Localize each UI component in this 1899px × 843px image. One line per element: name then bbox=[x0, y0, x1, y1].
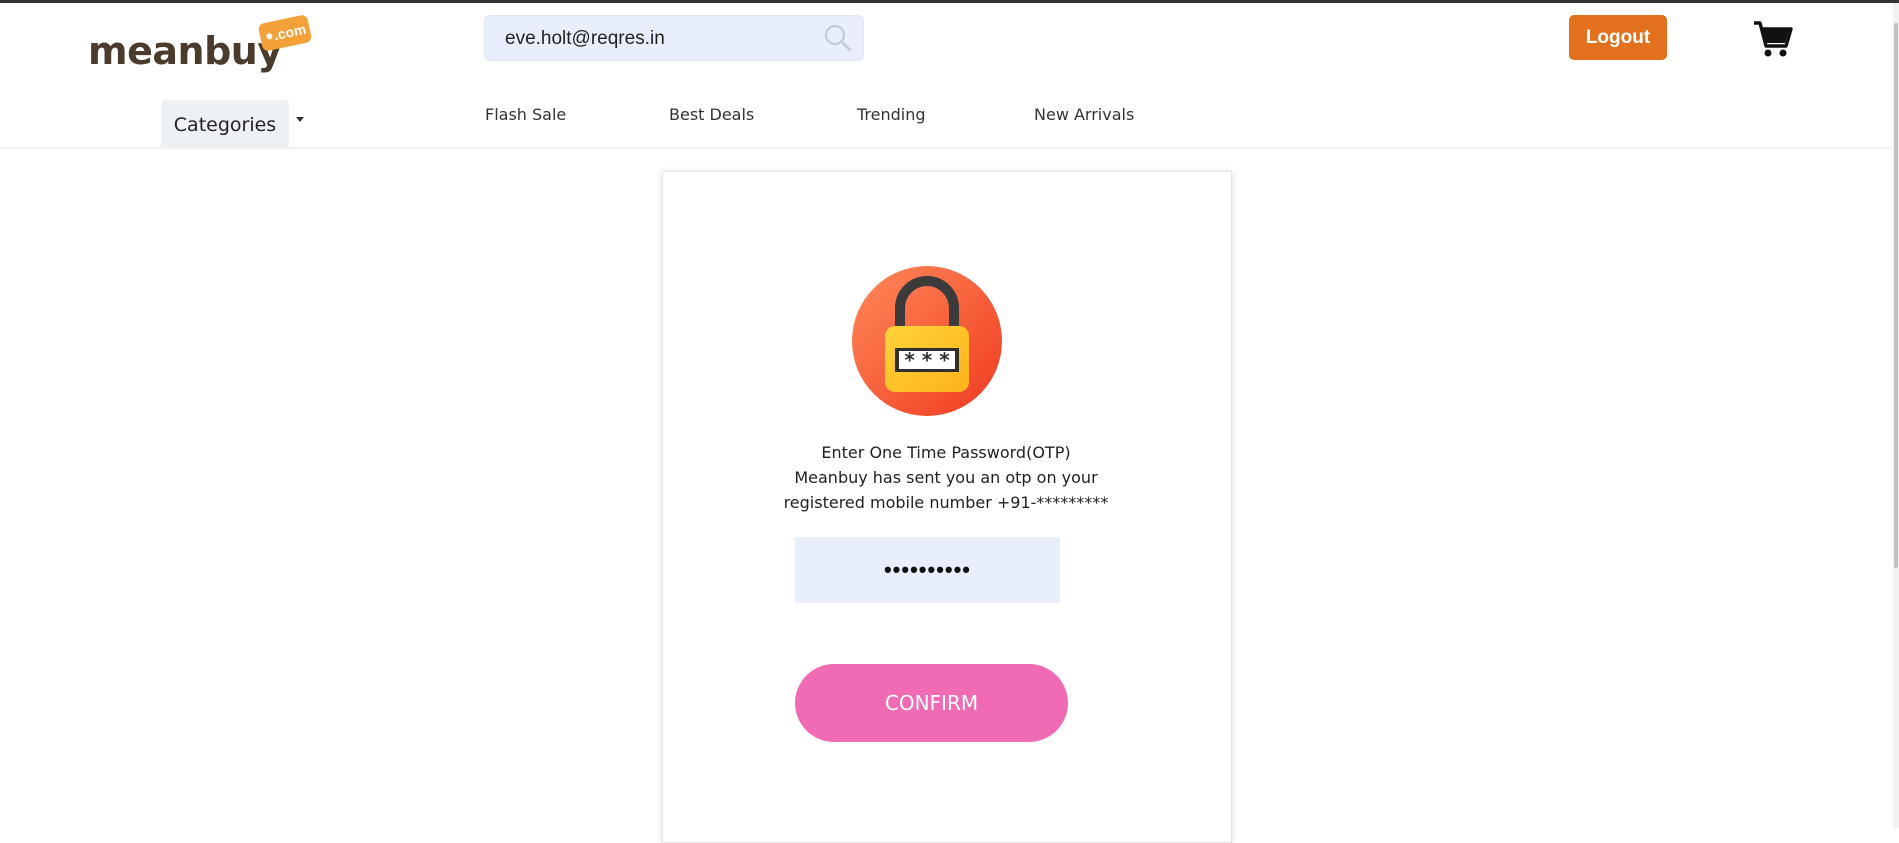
otp-title: Enter One Time Password(OTP) bbox=[821, 443, 1071, 462]
logout-button[interactable]: Logout bbox=[1569, 15, 1667, 60]
categories-button[interactable]: Categories bbox=[161, 100, 289, 147]
chevron-down-icon[interactable] bbox=[296, 117, 304, 122]
svg-text:* * *: * * * bbox=[904, 348, 950, 372]
search-input[interactable]: eve.holt@reqres.in bbox=[505, 28, 665, 50]
scrollbar-thumb[interactable] bbox=[1894, 23, 1898, 568]
otp-message-line2: registered mobile number +91-********* bbox=[783, 493, 1109, 512]
logo-text: meanbuy bbox=[88, 29, 282, 73]
meanbuy-logo[interactable]: meanbuy .com bbox=[88, 14, 318, 77]
site-header: meanbuy .com eve.holt@reqres.in Logout C… bbox=[0, 3, 1899, 148]
confirm-button[interactable]: CONFIRM bbox=[795, 664, 1068, 742]
search-icon[interactable] bbox=[823, 23, 853, 53]
otp-input[interactable]: •••••••••• bbox=[795, 537, 1060, 603]
padlock-password-icon: * * * bbox=[852, 266, 1002, 416]
nav-link-best-deals[interactable]: Best Deals bbox=[669, 105, 754, 124]
search-box[interactable]: eve.holt@reqres.in bbox=[484, 15, 864, 61]
shopping-cart-icon[interactable] bbox=[1752, 18, 1794, 60]
nav-link-new-arrivals[interactable]: New Arrivals bbox=[1034, 105, 1134, 124]
logo-tag: .com bbox=[257, 14, 313, 52]
otp-message-line1: Meanbuy has sent you an otp on your bbox=[794, 468, 1098, 487]
nav-link-trending[interactable]: Trending bbox=[857, 105, 926, 124]
nav-link-flash-sale[interactable]: Flash Sale bbox=[485, 105, 566, 124]
